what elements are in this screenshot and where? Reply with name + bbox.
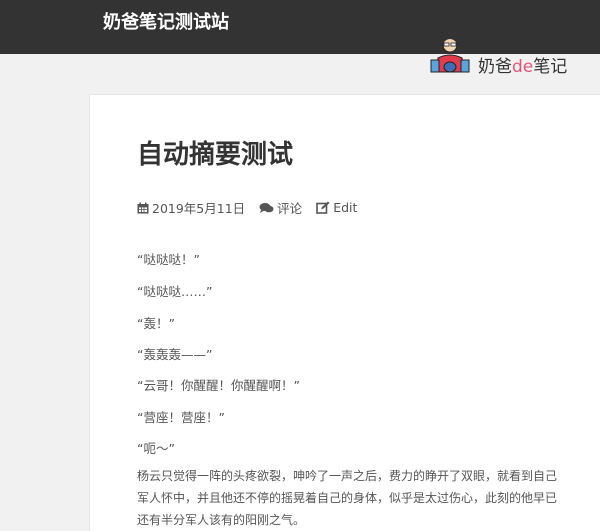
- comments-icon: [259, 202, 274, 213]
- paragraph-line: 杨云只觉得一阵的头疼欲裂，呻吟了一声之后，费力的睁开了双眼，就看到自己: [137, 469, 558, 483]
- dialogue-line: “云哥！你醒醒！你醒醒啊！”: [137, 378, 300, 393]
- dialogue-line: “轰轰轰——”: [137, 347, 213, 362]
- edit-text: Edit: [333, 200, 358, 215]
- comments-link[interactable]: 评论: [259, 198, 302, 217]
- post-date-text: 2019年5月11日: [152, 201, 246, 216]
- logo-text: 奶爸de笔记: [478, 52, 567, 77]
- logo-text-b: 笔记: [533, 57, 568, 77]
- site-title[interactable]: 奶爸笔记测试站: [103, 10, 229, 36]
- post-meta: 2019年5月11日 评论 Edit: [137, 198, 371, 217]
- edit-link[interactable]: Edit: [316, 200, 357, 215]
- dialogue-line: “哒哒哒！”: [137, 252, 200, 267]
- paragraph-line: 军人怀中，并且他还不停的摇晃着自己的身体，似乎是太过伤心，此刻的他早已: [137, 491, 558, 505]
- paragraph-line: 还有半分军人该有的阳刚之气。: [137, 513, 306, 527]
- comments-text: 评论: [277, 201, 303, 216]
- logo-text-a: 奶爸: [478, 57, 512, 77]
- site-logo[interactable]: 奶爸de笔记: [428, 30, 567, 77]
- calendar-icon: [137, 202, 149, 213]
- edit-icon: [316, 201, 330, 214]
- logo-text-de: de: [512, 57, 534, 77]
- dialogue-line: “营座！营座！”: [137, 410, 225, 425]
- dialogue-line: “哒哒哒……”: [137, 284, 213, 299]
- post-title[interactable]: 自动摘要测试: [137, 134, 293, 171]
- dialogue-line: “轰！”: [137, 316, 175, 331]
- post-date[interactable]: 2019年5月11日: [137, 198, 245, 217]
- dialogue-line: “呃～”: [137, 441, 175, 456]
- body-paragraph: 杨云只觉得一阵的头疼欲裂，呻吟了一声之后，费力的睁开了双眼，就看到自己 军人怀中…: [137, 465, 597, 531]
- avatar-icon: [430, 36, 470, 72]
